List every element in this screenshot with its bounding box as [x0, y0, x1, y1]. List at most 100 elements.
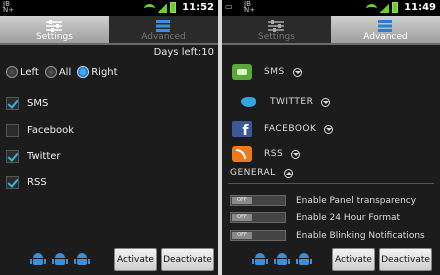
bottom-bar: Activate Deactivate — [0, 245, 218, 275]
radio-right-label: Right — [91, 66, 118, 78]
radio-left-label: Left — [20, 66, 39, 78]
network-sms-label: SMS — [264, 67, 285, 77]
android-icon — [274, 253, 290, 267]
activate-button[interactable]: Activate — [332, 248, 375, 271]
twitter-icon — [238, 94, 258, 110]
radio-all-label: All — [58, 66, 72, 78]
status-time: 11:49 — [404, 2, 436, 13]
facebook-icon — [232, 121, 252, 139]
checkbox-sms[interactable] — [6, 97, 19, 110]
carrier-label: JB N+ — [244, 0, 256, 14]
tab-settings-label: Settings — [36, 32, 73, 42]
android-icons — [252, 253, 312, 267]
android-icon — [30, 253, 46, 267]
advanced-screen: JB N+ ▭ 11:49 Settings Advanced SMS TWIT… — [222, 0, 440, 275]
checkbox-twitter[interactable] — [6, 150, 19, 163]
tab-settings-label: Settings — [258, 32, 295, 42]
radio-left[interactable]: Left — [6, 66, 39, 78]
toggle-row-blinking[interactable]: OFF Enable Blinking Notifications — [230, 230, 425, 241]
toggle-blinking-notifications[interactable]: OFF — [230, 230, 286, 241]
sms-icon — [232, 64, 252, 80]
status-bar: JB N+ 11:52 — [0, 0, 218, 16]
bottom-bar: Activate Deactivate — [222, 245, 440, 275]
radio-all-button[interactable] — [44, 66, 57, 78]
network-row-twitter[interactable]: TWITTER — [238, 94, 331, 110]
network-row-facebook[interactable]: FACEBOOK — [232, 121, 334, 139]
network-rss-label: RSS — [264, 149, 284, 159]
server-icon — [156, 20, 170, 32]
tab-settings[interactable]: Settings — [222, 16, 331, 43]
battery-icon — [170, 2, 176, 13]
checkbox-rss[interactable] — [6, 176, 19, 189]
wifi-icon — [144, 4, 155, 13]
android-icon — [252, 253, 268, 267]
tab-settings[interactable]: Settings — [0, 16, 109, 43]
chevron-down-icon[interactable] — [321, 97, 331, 107]
deactivate-button[interactable]: Deactivate — [379, 248, 432, 271]
check-twitter[interactable]: Twitter — [6, 150, 61, 163]
check-rss-label: RSS — [27, 177, 47, 188]
toggle-row-24hour[interactable]: OFF Enable 24 Hour Format — [230, 212, 400, 223]
android-icon — [52, 253, 68, 267]
radio-right[interactable]: Right — [77, 66, 118, 78]
radio-right-button[interactable] — [77, 66, 90, 78]
chevron-up-icon[interactable] — [283, 168, 293, 178]
position-radio-group: Left All Right — [6, 66, 118, 78]
check-sms[interactable]: SMS — [6, 97, 48, 110]
toggle-transparency-label: Enable Panel transparency — [296, 195, 417, 206]
general-section-header[interactable]: GENERAL — [230, 168, 293, 178]
toggle-state: OFF — [232, 197, 252, 204]
check-sms-label: SMS — [27, 98, 49, 109]
tab-bar: Settings Advanced — [0, 16, 218, 45]
android-icons — [30, 253, 90, 267]
check-facebook[interactable]: Facebook — [6, 124, 74, 137]
signal-icon — [158, 3, 167, 13]
status-time: 11:52 — [182, 2, 214, 13]
toggle-blinking-label: Enable Blinking Notifications — [296, 230, 425, 241]
network-row-sms[interactable]: SMS — [232, 64, 302, 80]
toggle-24-hour[interactable]: OFF — [230, 212, 286, 223]
status-icons — [366, 2, 398, 13]
network-row-rss[interactable]: RSS — [232, 146, 301, 162]
radio-all[interactable]: All — [44, 66, 72, 78]
check-rss[interactable]: RSS — [6, 176, 47, 189]
chevron-down-icon[interactable] — [324, 124, 334, 134]
toggle-24hour-label: Enable 24 Hour Format — [296, 212, 401, 223]
toggle-panel-transparency[interactable]: OFF — [230, 195, 286, 206]
android-icon — [296, 253, 312, 267]
chevron-down-icon[interactable] — [291, 149, 301, 159]
activate-button[interactable]: Activate — [114, 248, 157, 271]
section-divider — [228, 183, 434, 184]
android-icon — [74, 253, 90, 267]
toggle-state: OFF — [232, 232, 252, 239]
sliders-icon — [268, 20, 284, 32]
check-twitter-label: Twitter — [27, 151, 61, 162]
tab-advanced[interactable]: Advanced — [331, 16, 440, 43]
server-icon — [378, 20, 392, 32]
wifi-icon — [366, 4, 377, 13]
settings-screen: JB N+ 11:52 Settings Advanced Days left:… — [0, 0, 218, 275]
signal-icon — [380, 3, 389, 13]
toggle-row-transparency[interactable]: OFF Enable Panel transparency — [230, 195, 416, 206]
network-twitter-label: TWITTER — [270, 97, 314, 107]
carrier-label: JB N+ — [3, 0, 15, 14]
battery-icon — [392, 2, 398, 13]
check-facebook-label: Facebook — [27, 125, 74, 136]
notification-icon: ▭ — [225, 2, 233, 11]
days-left: Days left:10 — [153, 47, 214, 58]
checkbox-facebook[interactable] — [6, 124, 19, 137]
tab-advanced[interactable]: Advanced — [109, 16, 218, 43]
general-label: GENERAL — [230, 168, 276, 178]
rss-icon — [232, 146, 252, 162]
status-icons — [144, 2, 176, 13]
network-facebook-label: FACEBOOK — [264, 124, 317, 134]
chevron-down-icon[interactable] — [292, 67, 302, 77]
status-bar: JB N+ ▭ 11:49 — [222, 0, 440, 16]
tab-bar: Settings Advanced — [222, 16, 440, 45]
sliders-icon — [46, 20, 62, 32]
deactivate-button[interactable]: Deactivate — [161, 248, 214, 271]
tab-advanced-label: Advanced — [141, 32, 186, 42]
radio-left-button[interactable] — [6, 66, 18, 78]
tab-advanced-label: Advanced — [363, 32, 408, 42]
toggle-state: OFF — [232, 214, 252, 221]
